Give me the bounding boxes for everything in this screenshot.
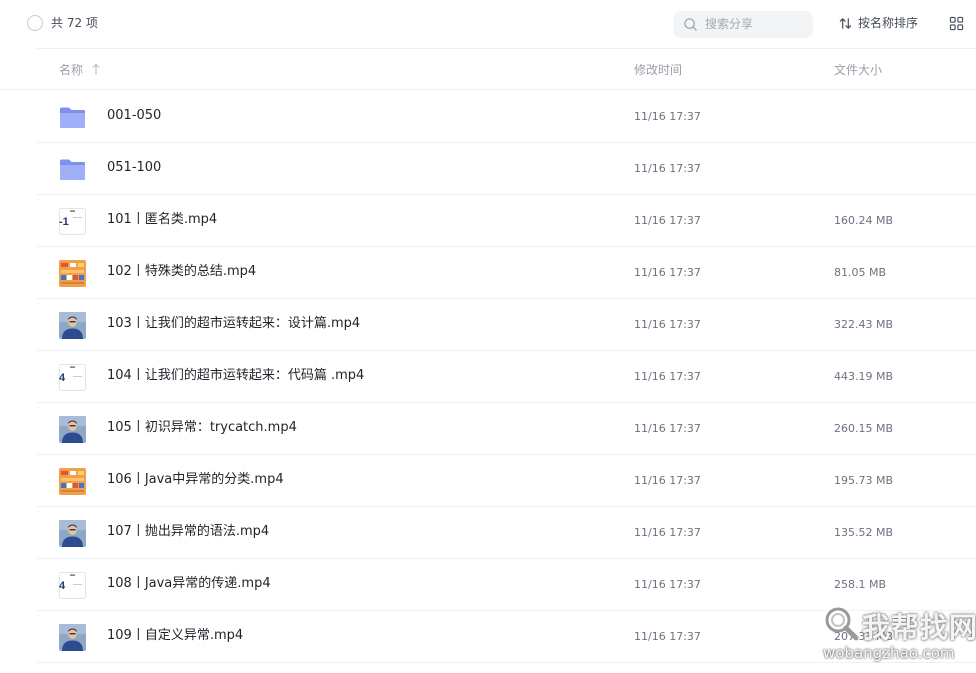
file-name[interactable]: 107丨抛出异常的语法.mp4 bbox=[107, 523, 269, 541]
video-thumbnail-person bbox=[59, 520, 86, 547]
toolbar: 共 72 项 搜索分享 按名称排序 bbox=[0, 0, 976, 48]
file-name[interactable]: 001-050 bbox=[107, 107, 161, 125]
select-all-checkbox[interactable] bbox=[27, 15, 43, 31]
file-name[interactable]: 051-100 bbox=[107, 159, 161, 177]
file-modified: 11/16 17:37 bbox=[634, 526, 701, 539]
sort-label: 按名称排序 bbox=[858, 16, 919, 30]
search-input[interactable]: 搜索分享 bbox=[673, 11, 813, 38]
file-modified: 11/16 17:37 bbox=[634, 630, 701, 643]
file-row-107[interactable]: 107丨抛出异常的语法.mp4 11/16 17:37 135.52 MB bbox=[37, 507, 976, 559]
file-size: 195.73 MB bbox=[834, 474, 894, 487]
file-size: 322.43 MB bbox=[834, 318, 894, 331]
column-header-modified[interactable]: 修改时间 bbox=[634, 62, 682, 78]
sort-ascending-icon[interactable] bbox=[91, 63, 101, 75]
column-header-name[interactable]: 名称 bbox=[59, 62, 83, 78]
file-row-001-050[interactable]: 001-050 11/16 17:37 bbox=[37, 91, 976, 143]
file-size: 443.19 MB bbox=[834, 370, 894, 383]
video-thumbnail-slide: -1 bbox=[59, 208, 86, 235]
file-size: 81.05 MB bbox=[834, 266, 887, 279]
file-size: 260.15 MB bbox=[834, 422, 894, 435]
thumb-text: -1 bbox=[59, 216, 69, 228]
video-thumbnail-orange bbox=[59, 468, 86, 495]
sort-icon bbox=[839, 18, 852, 29]
thumb-text: 4 bbox=[59, 580, 66, 592]
file-name[interactable]: 103丨让我们的超市运转起来：设计篇.mp4 bbox=[107, 315, 360, 333]
file-modified: 11/16 17:37 bbox=[634, 110, 701, 123]
file-row-106[interactable]: 106丨Java中异常的分类.mp4 11/16 17:37 195.73 MB bbox=[37, 455, 976, 507]
video-thumbnail-slide: 4 bbox=[59, 364, 86, 391]
search-icon bbox=[684, 18, 697, 31]
file-row-104[interactable]: 4 104丨让我们的超市运转起来：代码篇 .mp4 11/16 17:37 44… bbox=[37, 351, 976, 403]
table-header: 名称 修改时间 文件大小 bbox=[0, 49, 976, 90]
folder-icon bbox=[59, 156, 86, 183]
grid-view-icon[interactable] bbox=[949, 16, 964, 31]
file-modified: 11/16 17:37 bbox=[634, 162, 701, 175]
column-header-size[interactable]: 文件大小 bbox=[834, 62, 882, 78]
magnifier-logo-icon bbox=[825, 607, 859, 641]
watermark-url: wobangzhao.com bbox=[823, 644, 955, 662]
file-name[interactable]: 108丨Java异常的传递.mp4 bbox=[107, 575, 271, 593]
watermark: 我帮找网 wobangzhao.com bbox=[818, 602, 976, 668]
item-count: 共 72 项 bbox=[51, 16, 98, 30]
video-thumbnail-person bbox=[59, 312, 86, 339]
folder-icon bbox=[59, 104, 86, 131]
file-modified: 11/16 17:37 bbox=[634, 422, 701, 435]
file-row-102[interactable]: 102丨特殊类的总结.mp4 11/16 17:37 81.05 MB bbox=[37, 247, 976, 299]
file-modified: 11/16 17:37 bbox=[634, 370, 701, 383]
file-name[interactable]: 106丨Java中异常的分类.mp4 bbox=[107, 471, 284, 489]
file-size: 160.24 MB bbox=[834, 214, 894, 227]
video-thumbnail-slide: 4 bbox=[59, 572, 86, 599]
search-placeholder: 搜索分享 bbox=[705, 17, 754, 31]
file-row-051-100[interactable]: 051-100 11/16 17:37 bbox=[37, 143, 976, 195]
file-size: 135.52 MB bbox=[834, 526, 894, 539]
file-row-105[interactable]: 105丨初识异常：trycatch.mp4 11/16 17:37 260.15… bbox=[37, 403, 976, 455]
file-modified: 11/16 17:37 bbox=[634, 578, 701, 591]
file-row-103[interactable]: 103丨让我们的超市运转起来：设计篇.mp4 11/16 17:37 322.4… bbox=[37, 299, 976, 351]
file-name[interactable]: 104丨让我们的超市运转起来：代码篇 .mp4 bbox=[107, 367, 364, 385]
file-name[interactable]: 105丨初识异常：trycatch.mp4 bbox=[107, 419, 297, 437]
thumb-text: 4 bbox=[59, 372, 66, 384]
file-name[interactable]: 102丨特殊类的总结.mp4 bbox=[107, 263, 256, 281]
file-row-101[interactable]: -1 101丨匿名类.mp4 11/16 17:37 160.24 MB bbox=[37, 195, 976, 247]
file-size: 258.1 MB bbox=[834, 578, 887, 591]
file-modified: 11/16 17:37 bbox=[634, 266, 701, 279]
file-name[interactable]: 109丨自定义异常.mp4 bbox=[107, 627, 243, 645]
video-thumbnail-orange bbox=[59, 260, 86, 287]
file-list: 001-050 11/16 17:37 051-100 11/16 17:37 … bbox=[0, 91, 976, 663]
file-modified: 11/16 17:37 bbox=[634, 318, 701, 331]
file-modified: 11/16 17:37 bbox=[634, 474, 701, 487]
video-thumbnail-person bbox=[59, 416, 86, 443]
watermark-brand: 我帮找网 bbox=[862, 611, 976, 644]
file-name[interactable]: 101丨匿名类.mp4 bbox=[107, 211, 217, 229]
file-modified: 11/16 17:37 bbox=[634, 214, 701, 227]
video-thumbnail-person bbox=[59, 624, 86, 651]
